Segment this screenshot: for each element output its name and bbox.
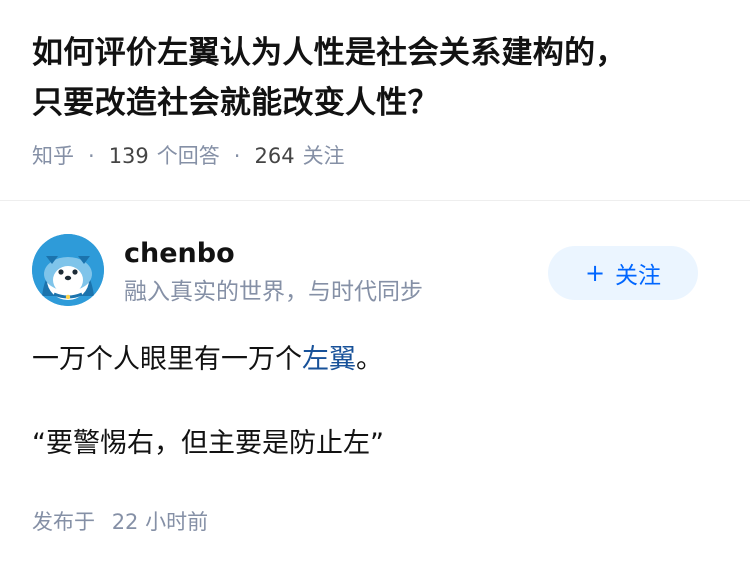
answer-count-label[interactable]: 个回答 <box>157 140 220 172</box>
answer-paragraph: “要警惕右，但主要是防止左” <box>32 428 384 459</box>
published-label: 发布于 <box>32 510 95 534</box>
meta-separator: · <box>88 144 95 168</box>
mascot-avatar-icon <box>32 234 104 306</box>
answer-text: 。 <box>356 344 383 375</box>
author-bio: 融入真实的世界，与时代同步 <box>124 279 423 305</box>
author-name[interactable]: chenbo <box>124 236 235 272</box>
section-divider <box>0 200 750 201</box>
follower-count-label[interactable]: 关注 <box>303 140 345 172</box>
meta-separator: · <box>233 144 241 168</box>
question-header: 如何评价左翼认为人性是社会关系建构的， 只要改造社会就能改变人性？ 知乎 · 1… <box>32 28 722 172</box>
question-title-line1[interactable]: 如何评价左翼认为人性是社会关系建构的， <box>32 35 627 71</box>
answer-content: 一万个人眼里有一万个左翼。 “要警惕右，但主要是防止左” <box>32 338 722 466</box>
question-title[interactable]: 如何评价左翼认为人性是社会关系建构的， 只要改造社会就能改变人性？ <box>32 28 722 128</box>
plus-icon: + <box>584 259 606 287</box>
source-label[interactable]: 知乎 <box>32 140 74 172</box>
published-time[interactable]: 22 小时前 <box>112 510 208 534</box>
answer-count[interactable]: 139 <box>109 140 149 172</box>
question-title-line2[interactable]: 只要改造社会就能改变人性？ <box>32 85 439 121</box>
follow-button-label: 关注 <box>615 263 662 289</box>
topic-link[interactable]: 左翼 <box>302 344 356 375</box>
follow-button[interactable]: + 关注 <box>548 246 698 300</box>
answer-paragraph: 一万个人眼里有一万个左翼。 <box>32 338 722 382</box>
follower-count[interactable]: 264 <box>254 140 294 172</box>
question-meta: 知乎 · 139 个回答 · 264 关注 <box>32 140 722 172</box>
answer-text: 一万个人眼里有一万个 <box>32 344 302 375</box>
avatar[interactable] <box>32 234 104 306</box>
author-card: chenbo 融入真实的世界，与时代同步 + 关注 <box>32 234 718 310</box>
answer-footer: 发布于 22 小时前 <box>32 506 208 538</box>
